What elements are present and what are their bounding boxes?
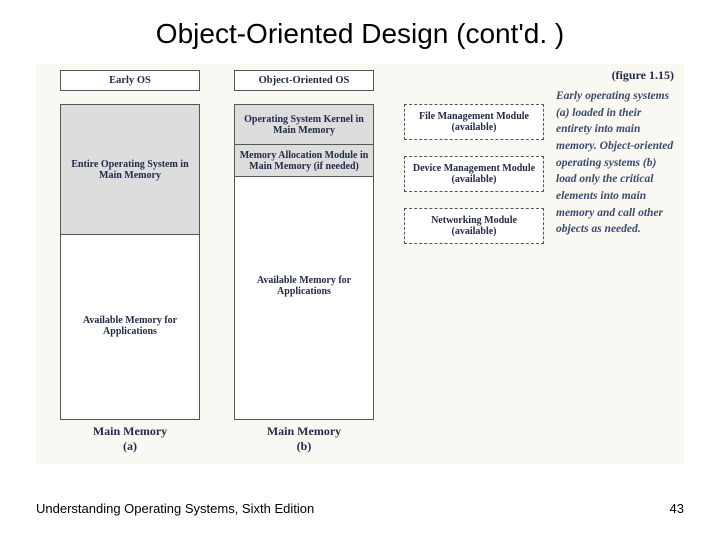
figure-description: Early operating systems (a) loaded in th… (556, 88, 674, 238)
alloc-module-block: Memory Allocation Module in Main Memory … (235, 145, 373, 177)
slide-title: Object-Oriented Design (cont'd. ) (0, 0, 720, 58)
caption-a-top: Main Memory (93, 424, 167, 438)
kernel-block: Operating System Kernel in Main Memory (235, 105, 373, 145)
caption-b: Main Memory (b) (234, 424, 374, 454)
figure-area: (figure 1.15) Early operating systems (a… (36, 64, 684, 464)
early-os-header: Early OS (60, 70, 200, 91)
caption-a-bottom: (a) (123, 439, 137, 453)
oo-os-header: Object-Oriented OS (234, 70, 374, 91)
available-memory-a: Available Memory for Applications (61, 315, 199, 337)
caption-a: Main Memory (a) (60, 424, 200, 454)
file-management-module: File Management Module (available) (404, 104, 544, 140)
early-os-loaded: Entire Operating System in Main Memory (61, 105, 199, 235)
device-management-module: Device Management Module (available) (404, 156, 544, 192)
figure-label: (figure 1.15) (612, 68, 674, 83)
column-a: Early OS Entire Operating System in Main… (60, 70, 200, 97)
footer-text: Understanding Operating Systems, Sixth E… (36, 501, 314, 516)
networking-module: Networking Module (available) (404, 208, 544, 244)
available-memory-b: Available Memory for Applications (235, 275, 373, 297)
memory-column-b: Operating System Kernel in Main Memory M… (234, 104, 374, 420)
column-b: Object-Oriented OS Operating System Kern… (234, 70, 374, 97)
caption-b-top: Main Memory (267, 424, 341, 438)
caption-b-bottom: (b) (297, 439, 312, 453)
page-number: 43 (670, 501, 684, 516)
memory-column-a: Entire Operating System in Main Memory A… (60, 104, 200, 420)
